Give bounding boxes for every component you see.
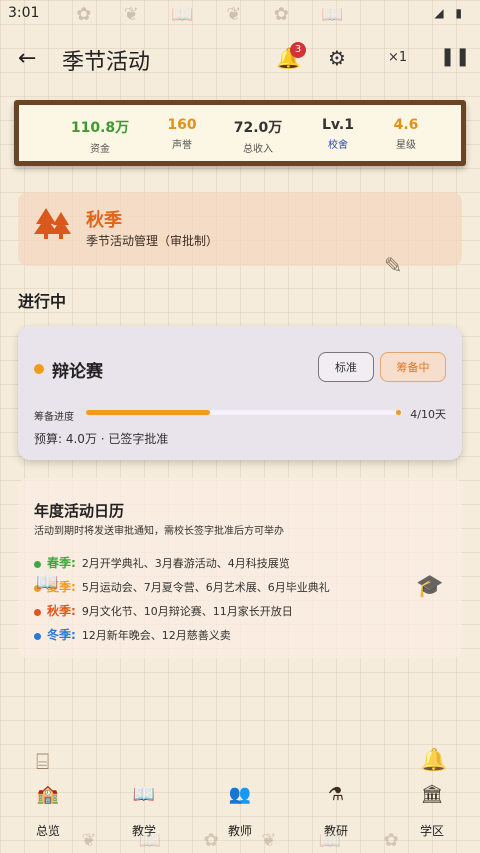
calendar-events: 9月文化节、10月辩论赛、11月家长开放日: [81, 605, 293, 618]
teachers-icon: 👥: [228, 784, 252, 805]
district-icon: 🏛: [420, 784, 444, 805]
progress-end-dot: [396, 410, 401, 415]
calendar-row-winter: 冬季: 12月新年晚会、12月慈善义卖: [34, 626, 231, 643]
progress-bar-fill: [86, 410, 210, 415]
back-arrow-icon[interactable]: ←: [18, 46, 36, 71]
progress-label: 筹备进度: [34, 412, 74, 423]
pencil-icon: ✎: [384, 254, 403, 279]
season-subtitle: 季节活动管理（审批制）: [86, 234, 219, 248]
stat-income-value: 72.0万: [233, 120, 283, 136]
pine-trees-icon: [34, 206, 72, 248]
stat-funds-value: 110.8万: [70, 120, 130, 136]
pause-button[interactable]: ❚❚: [440, 46, 470, 67]
budget-text: 预算: 4.0万 · 已签字批准: [34, 432, 169, 446]
stat-rating-value: 4.6: [393, 117, 419, 133]
annual-calendar-card: 年度活动日历 活动到期时将发送审批通知，需校长签字批准后方可举办 春季: 2月开学…: [18, 478, 462, 658]
calendar-title: 年度活动日历: [34, 502, 125, 520]
calendar-season-label: 秋季:: [47, 604, 76, 618]
notification-badge: 3: [290, 42, 306, 58]
calendar-row-autumn: 秋季: 9月文化节、10月辩论赛、11月家长开放日: [34, 602, 293, 619]
gear-icon[interactable]: ⚙: [328, 46, 346, 70]
calendar-events: 12月新年晚会、12月慈善义卖: [81, 629, 231, 642]
stat-rating-label: 星级: [396, 140, 416, 151]
school-icon: 🏫: [36, 784, 60, 805]
event-name: 辩论赛: [52, 362, 103, 382]
spring-dot: [34, 560, 41, 568]
stat-reputation-label: 声誉: [172, 140, 192, 151]
desk-icon: ⌸: [36, 750, 50, 775]
stat-funds-label: 资金: [90, 144, 110, 155]
stat-reputation: 160 声誉: [147, 117, 217, 151]
season-name: 秋季: [86, 210, 122, 231]
preparing-button[interactable]: 筹备中: [380, 352, 446, 382]
calendar-row-spring: 春季: 2月开学典礼、3月春游活动、4月科技展览: [34, 554, 290, 571]
autumn-dot: [34, 608, 41, 616]
event-card[interactable]: 辩论赛 标准 筹备中 筹备进度 4/10天 预算: 4.0万 · 已签字批准: [18, 326, 462, 460]
progress-bar: [86, 410, 396, 415]
stats-board: 110.8万 资金 160 声誉 72.0万 总收入 Lv.1 校舍 4.6 星…: [14, 100, 466, 166]
stat-funds: 110.8万 资金: [65, 117, 135, 155]
calendar-events: 5月运动会、7月夏令营、6月艺术展、6月毕业典礼: [81, 581, 330, 594]
calendar-season-label: 春季:: [47, 556, 76, 570]
calendar-events: 2月开学典礼、3月春游活动、4月科技展览: [81, 557, 290, 570]
calendar-season-label: 冬季:: [47, 628, 76, 642]
speed-toggle-button[interactable]: ×1: [388, 50, 407, 65]
standard-button[interactable]: 标准: [318, 352, 374, 382]
bell-decor-icon: 🔔: [420, 748, 448, 773]
calendar-note: 活动到期时将发送审批通知，需校长签字批准后方可举办: [34, 526, 284, 537]
graduation-cap-icon: 🎓: [416, 574, 444, 599]
decorative-border-top: ✿ ❦ 📖 ❦ ✿ 📖: [76, 4, 344, 25]
stat-campus-value: Lv.1: [322, 117, 354, 133]
stat-reputation-value: 160: [167, 117, 197, 133]
progress-count: 4/10天: [410, 408, 446, 421]
book-icon: 📖: [132, 784, 156, 805]
section-heading-in-progress: 进行中: [18, 292, 67, 311]
status-bar: 3:01 ✿ ❦ 📖 ❦ ✿ 📖 ◢ ▮: [0, 0, 480, 30]
app-header: ← 季节活动 🔔 3 ⚙ ×1 ❚❚: [0, 38, 480, 82]
stat-campus[interactable]: Lv.1 校舍: [303, 117, 373, 151]
calendar-row-summer: 夏季: 5月运动会、7月夏令营、6月艺术展、6月毕业典礼: [34, 578, 330, 595]
winter-dot: [34, 632, 41, 640]
decorative-border-bottom: ❦ 📖 ✿ ❦ 📖 ✿: [81, 830, 399, 851]
stat-rating: 4.6 星级: [371, 117, 441, 151]
stat-income-label: 总收入: [243, 144, 273, 155]
flask-icon: ⚗: [327, 784, 345, 805]
stat-campus-label: 校舍: [328, 140, 348, 151]
status-time: 3:01: [8, 5, 40, 21]
signal-battery-icon: ◢ ▮: [434, 6, 466, 20]
book-icon: 📖: [36, 572, 59, 593]
event-status-dot: [34, 364, 44, 374]
stat-income: 72.0万 总收入: [223, 117, 293, 155]
page-title: 季节活动: [62, 50, 151, 75]
